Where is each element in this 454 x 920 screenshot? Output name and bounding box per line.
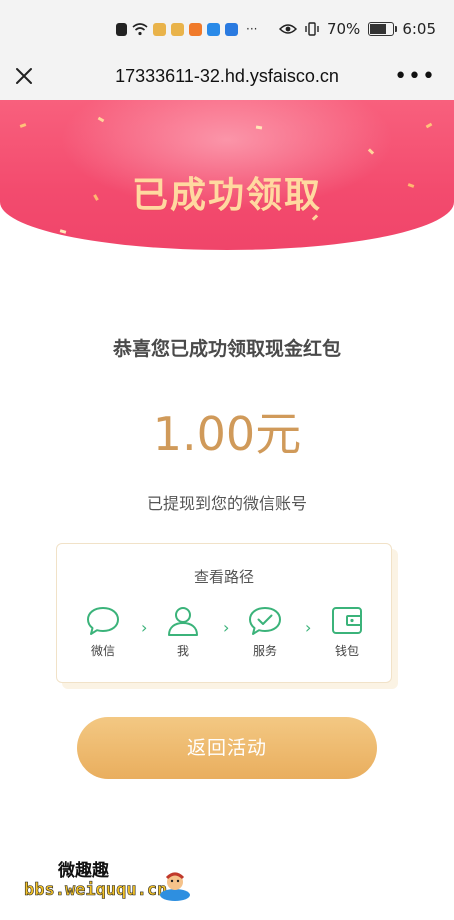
battery-icon <box>368 22 398 36</box>
status-bar: ··· 70% 6:05 <box>0 0 454 54</box>
path-step-me: 我 <box>153 606 213 659</box>
path-title: 查看路径 <box>193 568 254 586</box>
path-step-wechat: 微信 <box>73 606 133 659</box>
confetti <box>19 123 27 128</box>
eye-icon <box>278 24 297 34</box>
vibrate-icon <box>305 22 319 36</box>
path-step-label: 服务 <box>252 644 277 658</box>
chevron-right-icon: › <box>305 618 312 637</box>
path-step-label: 钱包 <box>334 644 359 658</box>
clock: 6:05 <box>402 20 436 38</box>
battery-percent: 70% <box>326 20 361 38</box>
app-icon-5 <box>225 22 238 36</box>
path-steps: 微信 › 我 › 服务 › 钱包 <box>57 606 391 666</box>
wifi-icon <box>132 22 148 35</box>
withdraw-description: 已提现到您的微信账号 <box>146 494 307 513</box>
path-step-label: 我 <box>176 644 189 658</box>
congrats-text: 恭喜您已成功领取现金红包 <box>112 338 341 360</box>
chevron-right-icon: › <box>141 618 148 637</box>
page-url: 17333611-32.hd.ysfaisco.cn <box>115 66 339 86</box>
return-to-activity-button[interactable]: 返回活动 <box>77 717 377 779</box>
mascot-icon <box>160 872 190 901</box>
success-banner: 已成功领取 <box>0 100 454 250</box>
confetti <box>425 122 433 129</box>
check-circle-icon <box>249 607 281 635</box>
banner-title: 已成功领取 <box>131 175 322 216</box>
app-icon-4 <box>207 22 220 36</box>
reward-amount: 1.00元 <box>152 407 302 461</box>
app-icon-2 <box>171 22 184 36</box>
more-icon[interactable]: ••• <box>394 64 436 89</box>
watermark-title: 微趣趣 <box>58 861 109 881</box>
chat-bubble-icon <box>87 607 119 635</box>
app-icon-1 <box>153 22 166 36</box>
notification-icons: ··· <box>116 22 257 36</box>
battery-level-fill <box>370 24 386 34</box>
status-right: 70% 6:05 <box>278 20 436 38</box>
path-step-label: 微信 <box>90 644 115 658</box>
view-path-card: 查看路径 微信 › 我 › 服务 › 钱包 <box>56 543 392 683</box>
user-icon <box>168 607 198 636</box>
path-step-wallet: 钱包 <box>317 606 377 659</box>
app-icon-3 <box>189 22 202 36</box>
path-step-service: 服务 <box>235 606 295 659</box>
wallet-icon <box>332 607 362 634</box>
more-notifications-icon: ··· <box>246 22 258 36</box>
browser-nav-bar: 17333611-32.hd.ysfaisco.cn ••• <box>0 54 454 100</box>
watermark-url: bbs.weiququ.cn <box>24 880 168 901</box>
alert-icon <box>116 22 127 36</box>
confetti <box>59 229 67 234</box>
chevron-right-icon: › <box>223 618 230 637</box>
